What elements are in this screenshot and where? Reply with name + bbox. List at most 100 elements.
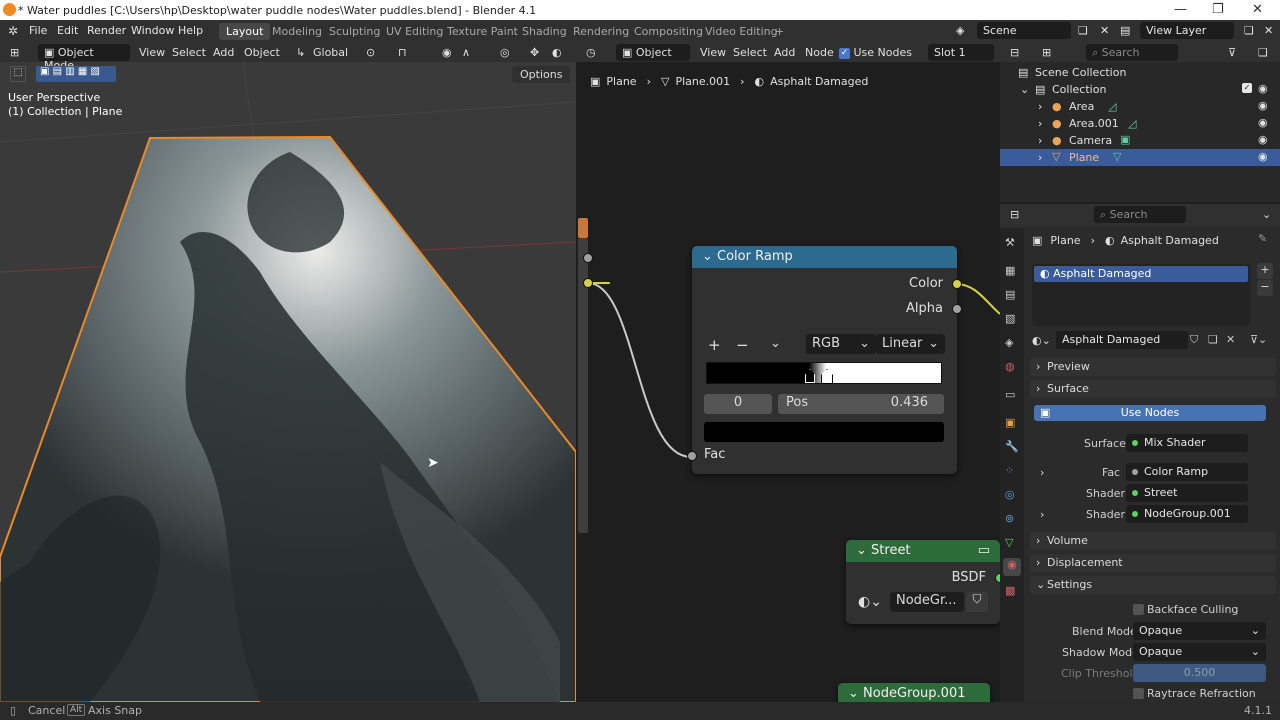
color-output-socket[interactable] bbox=[952, 279, 962, 289]
outliner-collection[interactable]: ⌄ ▤ Collection ✓ ◉ bbox=[1000, 81, 1280, 98]
eye-icon[interactable]: ◉ bbox=[1258, 99, 1268, 112]
shadow-mode-dropdown[interactable]: Opaque ⌄ bbox=[1133, 643, 1266, 661]
view-layer-icon[interactable]: ▤ bbox=[1120, 24, 1130, 37]
ramp-stop-white[interactable] bbox=[821, 369, 833, 384]
3d-viewport[interactable]: ➤ bbox=[0, 42, 576, 702]
menu-help[interactable]: Help bbox=[178, 24, 203, 37]
properties-search-input[interactable]: ⌕ Search bbox=[1094, 206, 1186, 223]
select-box-modes[interactable]: ▣ ▤ ▥ ▦ ▧ bbox=[36, 66, 116, 82]
new-scene-icon[interactable]: ❏ bbox=[1078, 24, 1088, 37]
add-slot-button[interactable]: + bbox=[1257, 263, 1273, 279]
tab-rendering[interactable]: Rendering bbox=[566, 23, 636, 40]
eye-icon[interactable]: ◉ bbox=[1258, 150, 1268, 163]
expand-chevron-icon[interactable]: › bbox=[1038, 151, 1042, 164]
view-layer-tab-icon[interactable]: ▧ bbox=[1005, 312, 1015, 325]
color-ramp-header[interactable]: ⌄ Color Ramp bbox=[692, 246, 957, 268]
color-ramp-node[interactable]: ⌄ Color Ramp Color Alpha + − ⌄ RGB ⌄ Line… bbox=[687, 246, 962, 474]
fake-user-shield-icon[interactable]: ⛉ bbox=[1190, 333, 1198, 347]
tab-modeling[interactable]: Modeling bbox=[265, 23, 329, 40]
pin-icon[interactable]: ✎ bbox=[1258, 232, 1267, 245]
editor-type-icon[interactable]: ◷ bbox=[586, 46, 596, 59]
section-preview[interactable]: › Preview bbox=[1030, 358, 1276, 376]
properties-editor[interactable]: ⊟ ⌕ Search ⌄ ⚒ ▦ ▤ ▧ ◈ ◍ ▭ ▣ 🔧 ⁘ ◎ ⊚ ▽ ◉… bbox=[1000, 204, 1280, 702]
node-menu-view[interactable]: View bbox=[700, 46, 726, 59]
expand-chevron-icon[interactable]: › bbox=[1038, 100, 1042, 113]
menu-render[interactable]: Render bbox=[87, 24, 126, 37]
raytrace-refraction-checkbox[interactable] bbox=[1133, 688, 1144, 699]
minimize-button[interactable]: — bbox=[1174, 2, 1187, 17]
duplicate-material-icon[interactable]: ❏ bbox=[1208, 333, 1218, 346]
shader-1-field[interactable]: Street bbox=[1126, 484, 1248, 502]
mode-dropdown[interactable]: ▣ Object Mode bbox=[38, 44, 130, 72]
pivot-icon[interactable]: ⊙ bbox=[366, 46, 375, 59]
proportional-edit-icon[interactable]: ◉ bbox=[442, 46, 452, 59]
outliner-item-area-001[interactable]: › ● Area.001 ◿ ◉ bbox=[1000, 115, 1280, 132]
remove-stop-button[interactable]: − bbox=[736, 336, 749, 354]
eye-icon[interactable]: ◉ bbox=[1258, 82, 1268, 95]
expand-chevron-icon[interactable]: › bbox=[1040, 508, 1044, 521]
expand-chevron-icon[interactable]: › bbox=[1038, 117, 1042, 130]
menu-file[interactable]: File bbox=[29, 24, 47, 37]
shader-type-dropdown[interactable]: ▣ Object bbox=[616, 44, 690, 61]
outliner-search-input[interactable]: ⌕ Search bbox=[1086, 44, 1178, 61]
visibility-icon[interactable]: ◎ bbox=[500, 46, 510, 59]
backface-culling-checkbox[interactable] bbox=[1133, 604, 1144, 615]
viewport-menu-object[interactable]: Object bbox=[244, 46, 280, 59]
link-socket-grey[interactable] bbox=[583, 253, 593, 263]
select-tool-icon[interactable]: ⬚ bbox=[10, 66, 26, 82]
scene-name-field[interactable]: Scene bbox=[977, 22, 1071, 39]
section-volume[interactable]: › Volume bbox=[1030, 532, 1276, 550]
material-slot-item[interactable]: ◐ Asphalt Damaged bbox=[1034, 266, 1248, 282]
physics-tab-icon[interactable]: ◎ bbox=[1005, 488, 1015, 501]
properties-editor-icon[interactable]: ⊟ bbox=[1010, 208, 1019, 221]
ramp-menu-button[interactable]: ⌄ bbox=[770, 336, 781, 351]
snap-icon[interactable]: ⊓ bbox=[398, 46, 407, 59]
eye-icon[interactable]: ◉ bbox=[1258, 116, 1268, 129]
material-browse-icon[interactable]: ◐⌄ bbox=[1032, 334, 1051, 347]
color-ramp-gradient[interactable] bbox=[706, 362, 942, 384]
eye-icon[interactable]: ◉ bbox=[1258, 133, 1268, 146]
ramp-stop-black[interactable] bbox=[805, 369, 815, 383]
modifier-tab-icon[interactable]: 🔧 bbox=[1005, 440, 1019, 453]
shader-node-editor[interactable]: ⌄ Color Ramp Color Alpha + − ⌄ RGB ⌄ Line… bbox=[576, 42, 1000, 702]
nodegroup-001-header[interactable]: ⌄ NodeGroup.001 bbox=[838, 683, 990, 702]
gizmo-icon[interactable]: ✥ bbox=[530, 46, 539, 59]
collapse-chevron-icon[interactable]: ⌄ bbox=[848, 686, 863, 701]
node-tree-icon[interactable]: ◐⌄ bbox=[858, 594, 882, 610]
surface-shader-field[interactable]: Mix Shader bbox=[1126, 434, 1248, 452]
stop-position-field[interactable]: Pos 0.436 bbox=[778, 394, 944, 414]
scene-tab-icon[interactable]: ◈ bbox=[1005, 336, 1013, 349]
breadcrumb-mesh[interactable]: Plane.001 bbox=[675, 75, 730, 88]
tab-sculpting[interactable]: Sculpting bbox=[322, 23, 387, 40]
color-mode-dropdown[interactable]: RGB ⌄ bbox=[806, 334, 876, 354]
breadcrumb-plane[interactable]: Plane bbox=[606, 75, 636, 88]
fac-input-field[interactable]: Color Ramp bbox=[1126, 463, 1248, 481]
material-name-field[interactable]: Asphalt Damaged bbox=[1056, 331, 1188, 349]
remove-slot-button[interactable]: − bbox=[1257, 280, 1273, 296]
active-stop-index[interactable]: 0 bbox=[704, 394, 772, 414]
interpolation-dropdown[interactable]: Linear ⌄ bbox=[876, 334, 945, 354]
node-menu-node[interactable]: Node bbox=[805, 46, 834, 59]
use-nodes-toggle[interactable]: ✓ Use Nodes bbox=[839, 46, 912, 59]
expand-chevron-icon[interactable]: ⌄ bbox=[1020, 83, 1029, 96]
link-socket-yellow[interactable] bbox=[583, 278, 593, 288]
street-node-header[interactable]: ⌄ Street ▭ bbox=[846, 540, 1000, 562]
node-menu-add[interactable]: Add bbox=[774, 46, 795, 59]
viewport-menu-add[interactable]: Add bbox=[213, 46, 234, 59]
outliner-item-plane[interactable]: › ▽ Plane ▽ ◉ bbox=[1000, 149, 1280, 166]
material-slot-dropdown[interactable]: Slot 1 bbox=[928, 44, 994, 61]
use-nodes-button[interactable]: ▣ Use Nodes bbox=[1034, 405, 1266, 421]
section-settings[interactable]: ⌄ Settings bbox=[1030, 576, 1276, 594]
new-collection-icon[interactable]: ❏ bbox=[1258, 46, 1268, 59]
collapse-chevron-icon[interactable]: ⌄ bbox=[856, 543, 871, 558]
node-group-icon[interactable]: ▭ bbox=[978, 543, 990, 558]
object-tab-icon[interactable]: ▣ bbox=[1005, 416, 1015, 429]
outliner[interactable]: ⊟ ⊞ ⌕ Search ⊽ ❏ ▤ Scene Collection ⌄ ▤ … bbox=[1000, 42, 1280, 202]
world-tab-icon[interactable]: ◍ bbox=[1005, 360, 1015, 373]
editor-type-icon[interactable]: ⊞ bbox=[10, 46, 19, 59]
outliner-item-camera[interactable]: › ● Camera ▣ ◉ bbox=[1000, 132, 1280, 149]
tab-texture-paint[interactable]: Texture Paint bbox=[440, 23, 525, 40]
scene-icon[interactable]: ◈ bbox=[956, 24, 964, 37]
viewport-menu-view[interactable]: View bbox=[139, 46, 165, 59]
orientation-dropdown[interactable]: Global bbox=[313, 46, 348, 59]
